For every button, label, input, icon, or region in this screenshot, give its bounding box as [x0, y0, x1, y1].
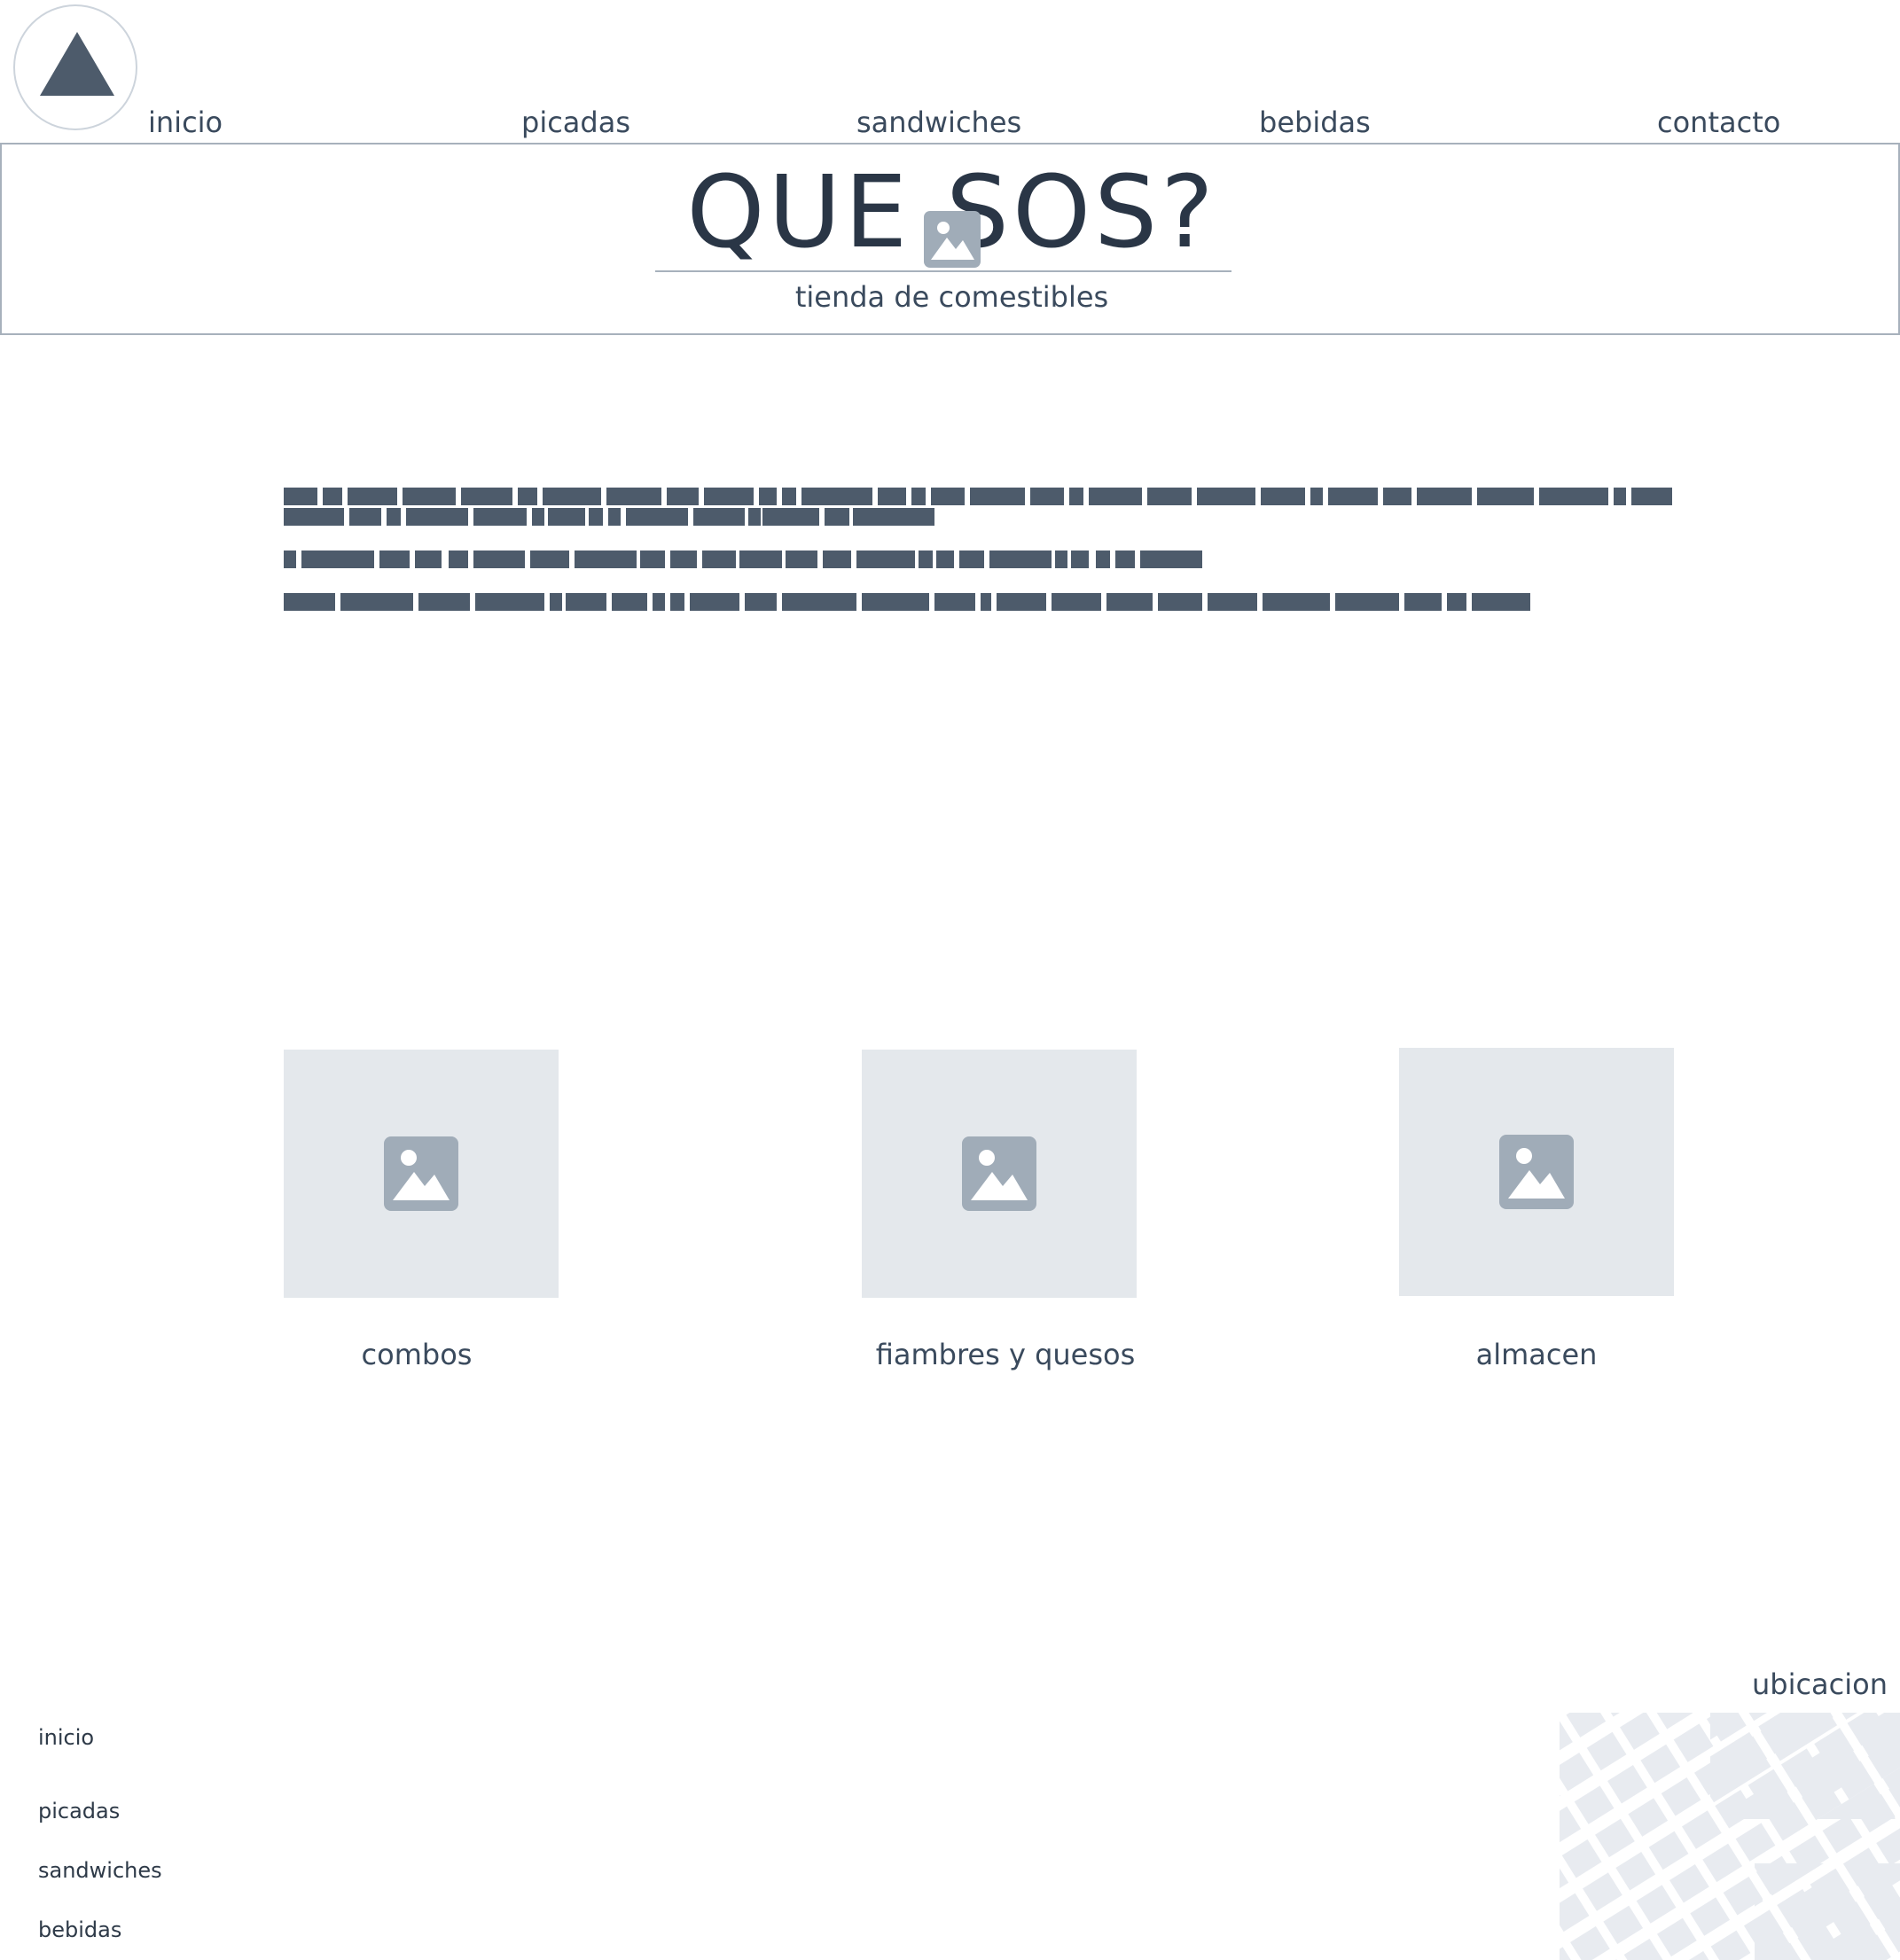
text-line [284, 593, 1534, 611]
category-image-combos[interactable] [284, 1050, 559, 1298]
category-label-combos[interactable]: combos [195, 1335, 638, 1374]
nav-item-sandwiches[interactable]: sandwiches [856, 103, 1021, 142]
footer-link-inicio[interactable]: inicio [38, 1723, 94, 1752]
category-image-fiambres[interactable] [862, 1050, 1137, 1298]
nav-item-bebidas[interactable]: bebidas [1259, 103, 1371, 142]
nav-item-contacto[interactable]: contacto [1657, 103, 1780, 142]
hero-banner: QUE SOS? tienda de comestibles [0, 143, 1900, 335]
image-placeholder-icon [924, 211, 981, 268]
image-placeholder-icon [962, 1136, 1036, 1211]
map-placeholder [1560, 1713, 1900, 1960]
category-label-fiambres[interactable]: fiambres y quesos [784, 1335, 1227, 1374]
logo[interactable] [13, 4, 137, 130]
category-image-almacen[interactable] [1399, 1048, 1674, 1296]
image-placeholder-icon [1499, 1135, 1574, 1209]
nav-item-inicio[interactable]: inicio [148, 103, 223, 142]
location-map[interactable] [1560, 1713, 1900, 1960]
category-label-almacen[interactable]: almacen [1315, 1335, 1758, 1374]
title-divider [655, 270, 1231, 272]
footer-link-sandwiches[interactable]: sandwiches [38, 1856, 162, 1885]
footer-link-bebidas[interactable]: bebidas [38, 1916, 121, 1944]
page-subtitle: tienda de comestibles [794, 280, 1109, 314]
triangle-icon [40, 32, 114, 96]
text-line [284, 488, 1672, 505]
text-line [284, 551, 1206, 568]
footer-link-picadas[interactable]: picadas [38, 1797, 120, 1825]
image-placeholder-icon [384, 1136, 458, 1211]
text-line [284, 508, 940, 526]
map-title: ubicacion [1751, 1667, 1888, 1701]
nav-item-picadas[interactable]: picadas [521, 103, 630, 142]
